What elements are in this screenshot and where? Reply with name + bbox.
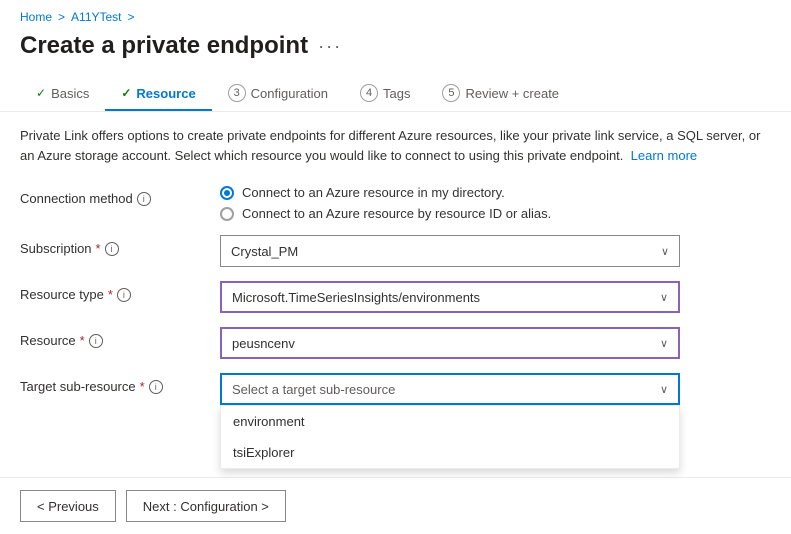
configuration-step-circle: 3 xyxy=(228,84,246,102)
tab-resource[interactable]: ✓ Resource xyxy=(105,78,211,111)
tab-configuration-label: Configuration xyxy=(251,86,328,101)
connection-method-radio-group: Connect to an Azure resource in my direc… xyxy=(220,185,771,221)
target-sub-resource-menu: environment tsiExplorer xyxy=(220,405,680,469)
form-section: Connection method i Connect to an Azure … xyxy=(0,175,791,429)
description-box: Private Link offers options to create pr… xyxy=(0,112,791,175)
resource-type-required: * xyxy=(108,287,113,302)
subscription-dropdown[interactable]: Crystal_PM ∨ xyxy=(220,235,680,267)
resource-type-dropdown-arrow: ∨ xyxy=(660,291,668,304)
tab-basics[interactable]: ✓ Basics xyxy=(20,78,105,111)
page-title: Create a private endpoint xyxy=(20,32,308,60)
connection-method-row: Connection method i Connect to an Azure … xyxy=(20,185,771,221)
target-sub-resource-required: * xyxy=(140,379,145,394)
resource-control: peusncenv ∨ xyxy=(220,327,771,359)
radio-resource-id[interactable]: Connect to an Azure resource by resource… xyxy=(220,206,771,221)
tab-basics-label: Basics xyxy=(51,86,89,101)
breadcrumb: Home > A11YTest > xyxy=(0,0,791,28)
connection-method-label: Connection method i xyxy=(20,185,220,206)
target-sub-resource-placeholder: Select a target sub-resource xyxy=(232,382,395,397)
tab-tags-label: Tags xyxy=(383,86,410,101)
tab-configuration[interactable]: 3 Configuration xyxy=(212,76,344,112)
target-sub-resource-row: Target sub-resource * i Select a target … xyxy=(20,373,771,405)
tags-step-circle: 4 xyxy=(360,84,378,102)
tab-tags[interactable]: 4 Tags xyxy=(344,76,426,112)
subscription-label: Subscription * i xyxy=(20,235,220,256)
resource-dropdown[interactable]: peusncenv ∨ xyxy=(220,327,680,359)
basics-check-icon: ✓ xyxy=(36,86,46,100)
tab-review[interactable]: 5 Review + create xyxy=(426,76,575,112)
target-sub-resource-dropdown[interactable]: Select a target sub-resource ∨ xyxy=(220,373,680,405)
subscription-control: Crystal_PM ∨ xyxy=(220,235,771,267)
resource-dropdown-arrow: ∨ xyxy=(660,337,668,350)
breadcrumb-sep1: > xyxy=(58,10,65,24)
resource-info-icon[interactable]: i xyxy=(89,334,103,348)
resource-type-label: Resource type * i xyxy=(20,281,220,302)
resource-type-control: Microsoft.TimeSeriesInsights/environment… xyxy=(220,281,771,313)
radio-my-directory[interactable]: Connect to an Azure resource in my direc… xyxy=(220,185,771,200)
title-menu-icon[interactable]: ··· xyxy=(318,36,342,57)
radio-my-directory-label: Connect to an Azure resource in my direc… xyxy=(242,185,505,200)
breadcrumb-home[interactable]: Home xyxy=(20,10,52,24)
page-title-row: Create a private endpoint ··· xyxy=(0,28,791,76)
resource-check-icon: ✓ xyxy=(121,86,131,100)
previous-button[interactable]: < Previous xyxy=(20,490,116,522)
resource-label: Resource * i xyxy=(20,327,220,348)
subscription-required: * xyxy=(96,241,101,256)
tab-review-label: Review + create xyxy=(465,86,559,101)
resource-required: * xyxy=(80,333,85,348)
target-sub-resource-info-icon[interactable]: i xyxy=(149,380,163,394)
connection-method-info-icon[interactable]: i xyxy=(137,192,151,206)
next-button[interactable]: Next : Configuration > xyxy=(126,490,286,522)
tab-resource-label: Resource xyxy=(136,86,195,101)
radio-resource-id-label: Connect to an Azure resource by resource… xyxy=(242,206,551,221)
connection-method-control: Connect to an Azure resource in my direc… xyxy=(220,185,771,221)
radio-my-directory-input[interactable] xyxy=(220,186,234,200)
resource-type-info-icon[interactable]: i xyxy=(117,288,131,302)
target-sub-resource-wrapper: Select a target sub-resource ∨ environme… xyxy=(220,373,680,405)
target-sub-resource-option-environment[interactable]: environment xyxy=(221,406,679,437)
target-sub-resource-arrow: ∨ xyxy=(660,383,668,396)
resource-type-dropdown[interactable]: Microsoft.TimeSeriesInsights/environment… xyxy=(220,281,680,313)
learn-more-link[interactable]: Learn more xyxy=(631,148,697,163)
breadcrumb-test[interactable]: A11YTest xyxy=(71,10,121,24)
breadcrumb-sep2: > xyxy=(128,10,135,24)
resource-value: peusncenv xyxy=(232,336,295,351)
subscription-info-icon[interactable]: i xyxy=(105,242,119,256)
footer: < Previous Next : Configuration > xyxy=(0,477,791,534)
subscription-value: Crystal_PM xyxy=(231,244,298,259)
tabs-row: ✓ Basics ✓ Resource 3 Configuration 4 Ta… xyxy=(0,76,791,112)
target-sub-resource-option-tsiexplorer[interactable]: tsiExplorer xyxy=(221,437,679,468)
resource-type-value: Microsoft.TimeSeriesInsights/environment… xyxy=(232,290,480,305)
subscription-row: Subscription * i Crystal_PM ∨ xyxy=(20,235,771,267)
radio-resource-id-input[interactable] xyxy=(220,207,234,221)
target-sub-resource-label: Target sub-resource * i xyxy=(20,373,220,394)
resource-row: Resource * i peusncenv ∨ xyxy=(20,327,771,359)
subscription-dropdown-arrow: ∨ xyxy=(661,245,669,258)
resource-type-row: Resource type * i Microsoft.TimeSeriesIn… xyxy=(20,281,771,313)
review-step-circle: 5 xyxy=(442,84,460,102)
target-sub-resource-control: Select a target sub-resource ∨ environme… xyxy=(220,373,771,405)
